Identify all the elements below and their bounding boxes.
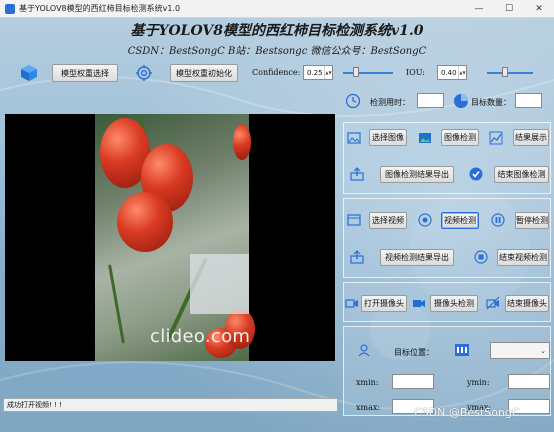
camera-detect-button[interactable]: 摄像头检测 — [430, 295, 478, 312]
video-display: clideo.com — [5, 114, 335, 361]
confidence-value: 0.25 — [307, 68, 323, 77]
app-title: 基于YOLOV8模型的西红柿目标检测系统v1.0 — [130, 23, 424, 39]
clock-icon — [345, 93, 361, 109]
app-icon — [5, 3, 15, 14]
xmax-label: xmax: — [356, 403, 381, 412]
close-button[interactable]: ✕ — [524, 0, 554, 18]
export-icon — [350, 167, 364, 181]
ymin-label: ymin: — [467, 378, 490, 387]
status-message: 成功打开视频! ! ! — [7, 401, 62, 409]
confidence-slider-track[interactable] — [343, 72, 393, 74]
result-chart-icon — [489, 131, 503, 145]
status-bar: 成功打开视频! ! ! — [3, 398, 338, 412]
iou-label: IOU: — [406, 68, 425, 77]
end-video-detect-button[interactable]: 结束视频检测 — [497, 249, 549, 266]
maximize-button[interactable]: ☐ — [494, 0, 524, 18]
image-detect-button[interactable]: 图像检测 — [441, 129, 479, 146]
cube-icon — [20, 64, 38, 82]
init-weights-button[interactable]: 模型权重初始化 — [170, 64, 238, 82]
select-video-button[interactable]: 选择视频 — [369, 212, 407, 229]
select-weights-button[interactable]: 模型权重选择 — [52, 64, 118, 82]
spin-arrows-icon[interactable]: ▲▼ — [458, 66, 466, 79]
ymin-field — [508, 374, 550, 389]
window-titlebar: 基于YOLOV8模型的西红柿目标检测系统v1.0 — ☐ ✕ — [0, 0, 554, 18]
close-camera-button[interactable]: 结束摄像头 — [505, 295, 549, 312]
detect-time-field — [417, 93, 444, 108]
window-title: 基于YOLOV8模型的西红柿目标检测系统v1.0 — [19, 4, 181, 13]
iou-slider-track[interactable] — [487, 72, 533, 74]
target-gear-icon — [136, 65, 152, 81]
camera-detect-icon — [412, 296, 426, 310]
iou-slider-handle[interactable] — [502, 67, 509, 77]
image-icon — [347, 131, 361, 145]
iou-value: 0.40 — [441, 68, 457, 77]
check-circle-icon — [469, 167, 483, 181]
video-overlay-text: clideo.com — [150, 326, 251, 347]
export-video-icon — [350, 250, 364, 264]
minimize-button[interactable]: — — [464, 0, 494, 18]
xmin-label: xmin: — [356, 378, 379, 387]
video-panel — [343, 198, 551, 278]
confidence-label: Confidence: — [252, 68, 301, 77]
export-image-result-button[interactable]: 图像检测结果导出 — [380, 166, 454, 183]
open-camera-button[interactable]: 打开摄像头 — [361, 295, 407, 312]
camera-off-icon — [486, 296, 500, 310]
video-detect-button[interactable]: 视频检测 — [441, 212, 479, 229]
app-subtitle: CSDN：BestSongC B站：Bestsongc 微信公众号：BestSo… — [127, 46, 427, 57]
video-frame — [95, 114, 255, 361]
chevron-down-icon: ⌄ — [540, 346, 546, 355]
stop-icon — [474, 250, 488, 264]
user-target-icon — [357, 343, 371, 357]
camera-icon — [345, 296, 359, 310]
detect-time-label: 检测用时： — [370, 98, 410, 107]
pie-chart-icon — [453, 93, 469, 109]
target-count-label: 目标数量： — [471, 98, 511, 107]
iou-spinbox[interactable]: 0.40 ▲▼ — [437, 65, 467, 80]
spin-arrows-icon[interactable]: ▲▼ — [324, 66, 332, 79]
target-select-dropdown[interactable]: ⌄ — [490, 342, 550, 359]
select-image-button[interactable]: 选择图像 — [369, 129, 407, 146]
pause-icon — [491, 213, 505, 227]
target-count-field — [515, 93, 542, 108]
confidence-slider-handle[interactable] — [352, 67, 359, 77]
confidence-spinbox[interactable]: 0.25 ▲▼ — [303, 65, 333, 80]
pause-detect-button[interactable]: 暂停检测 — [515, 212, 549, 229]
end-image-detect-button[interactable]: 结束图像检测 — [494, 166, 549, 183]
export-video-result-button[interactable]: 视频检测结果导出 — [380, 249, 454, 266]
target-position-label: 目标位置： — [394, 348, 434, 357]
image-detect-icon — [418, 131, 432, 145]
position-list-icon — [455, 344, 469, 356]
csdn-watermark: CSDN @BestSongC — [414, 406, 520, 419]
video-file-icon — [347, 213, 361, 227]
show-result-button[interactable]: 结果展示 — [513, 129, 549, 146]
video-detect-icon — [418, 213, 432, 227]
xmin-field — [392, 374, 434, 389]
